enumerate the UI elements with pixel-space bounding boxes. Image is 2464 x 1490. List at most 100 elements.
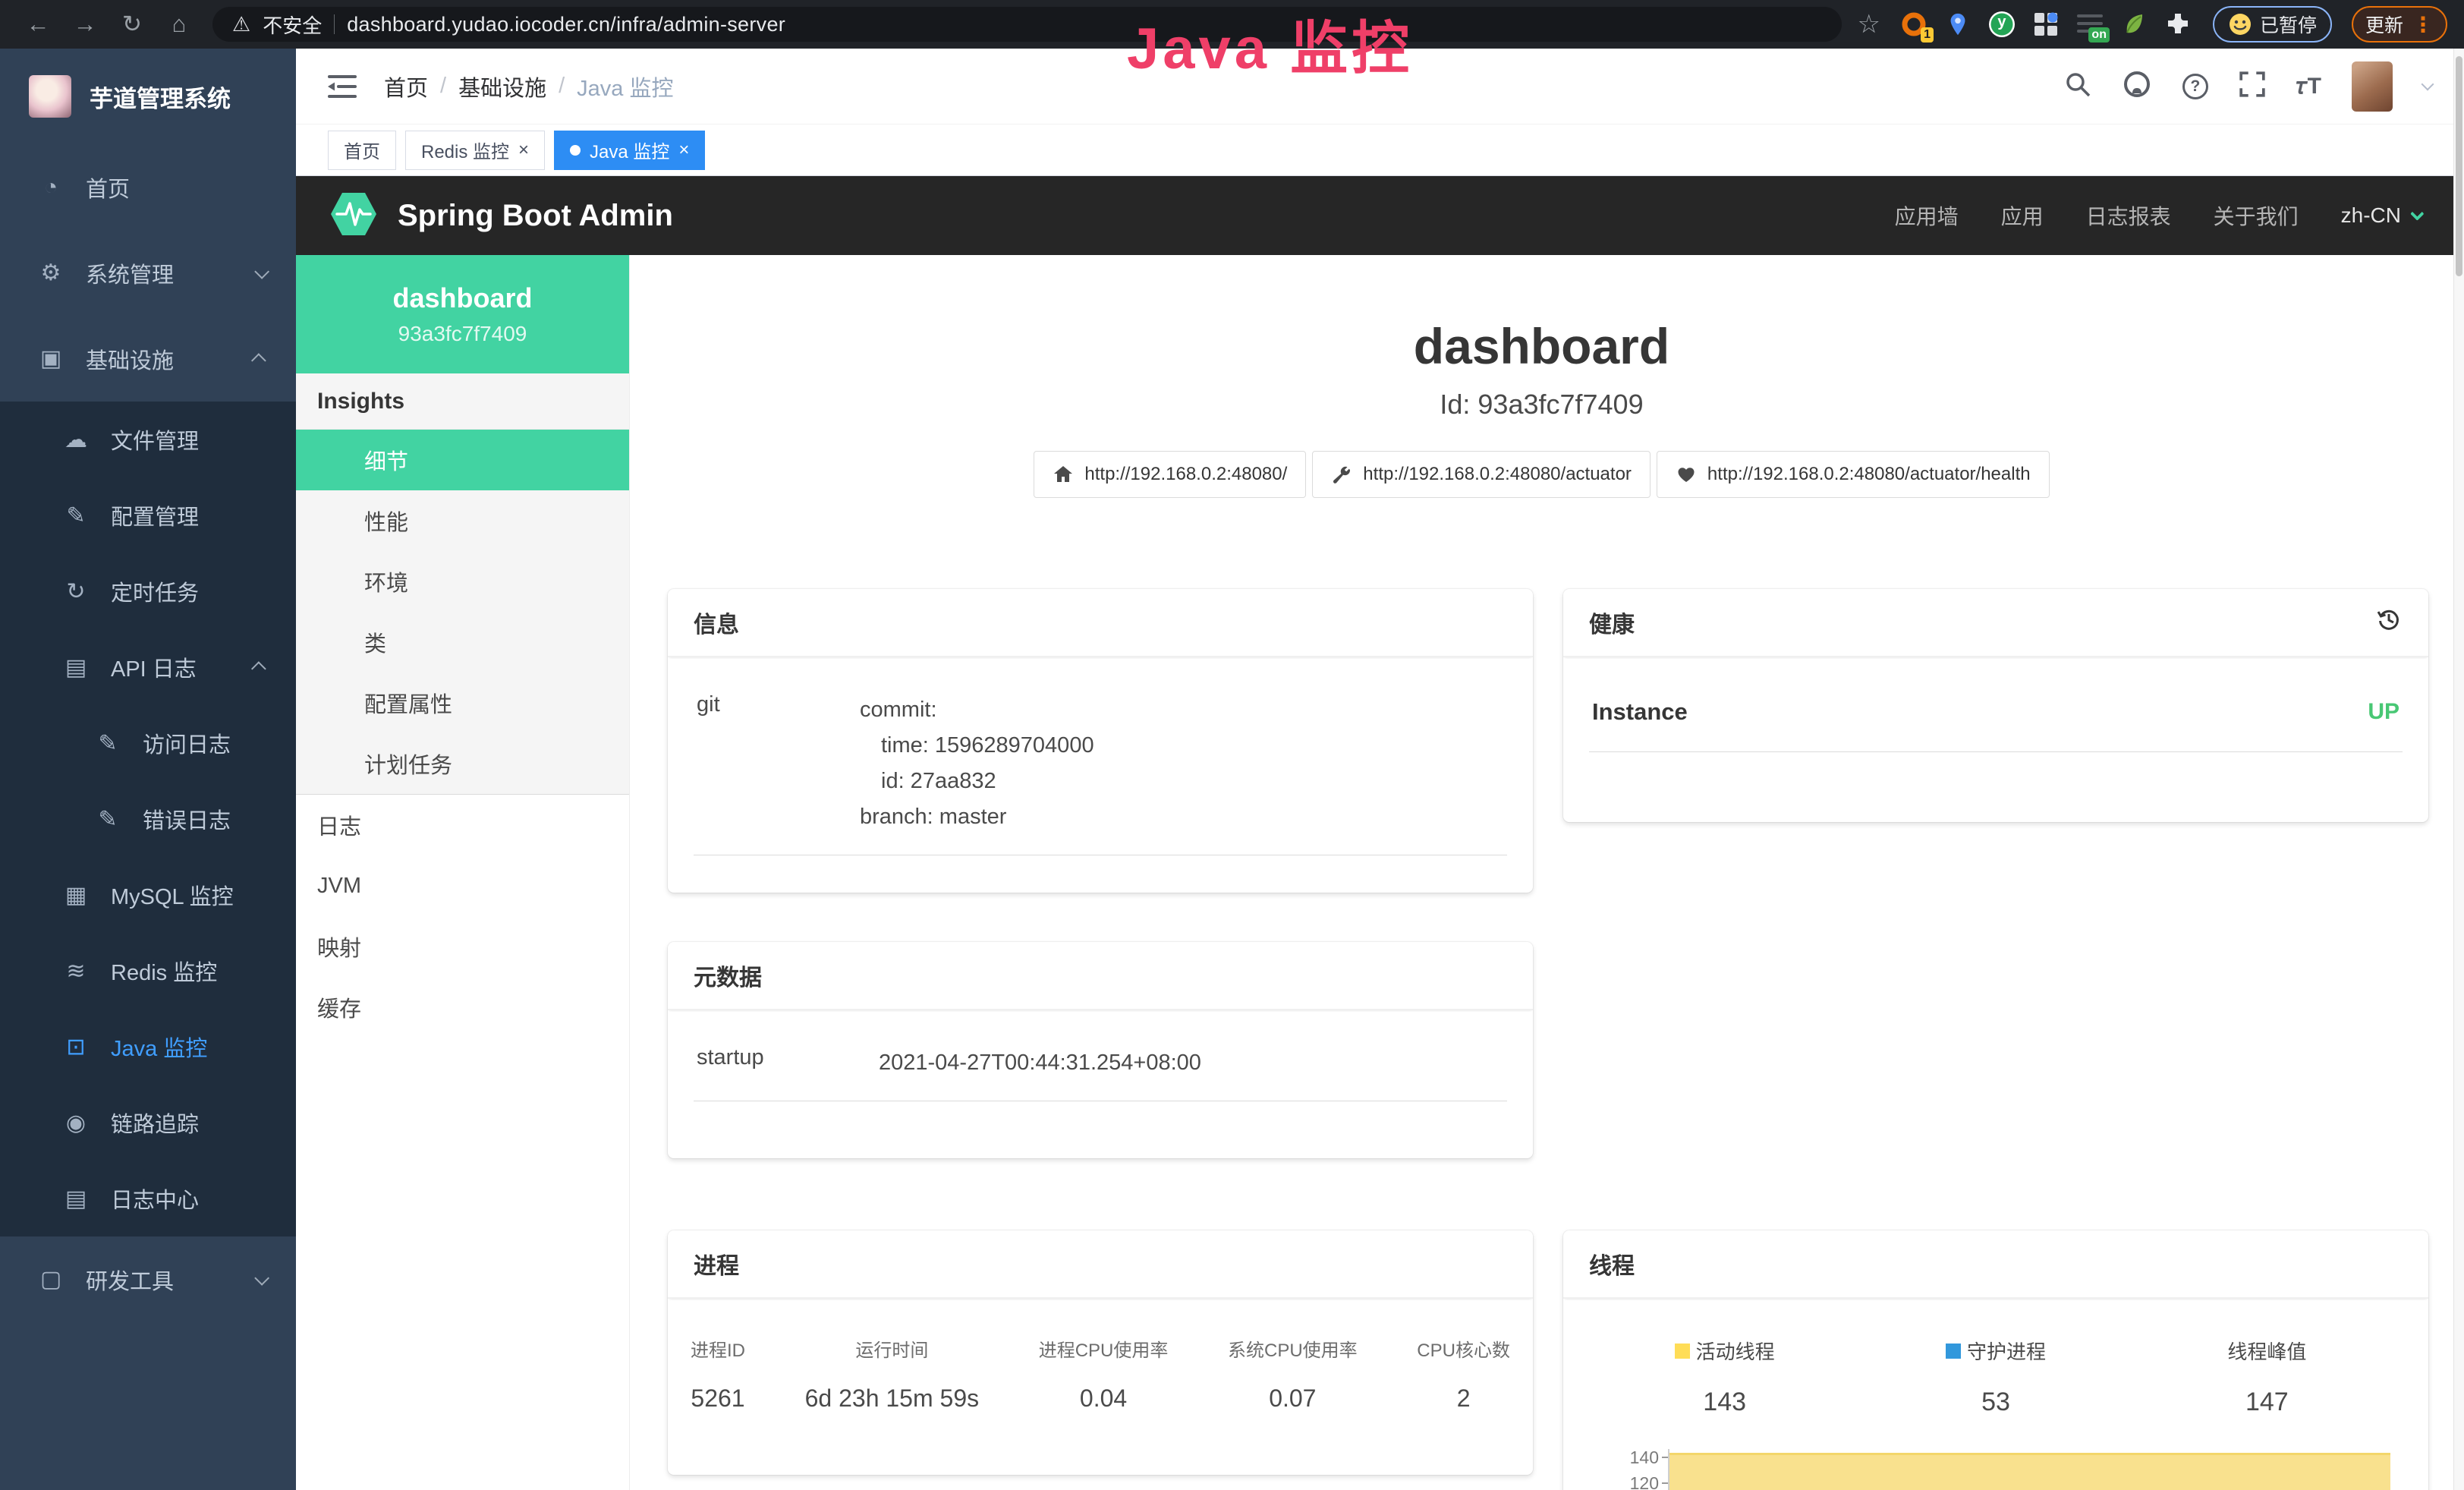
card-metadata-header: 元数据 (668, 942, 1533, 1010)
browser-update-button[interactable]: 更新 ⋮ (2352, 6, 2447, 43)
browser-forward-icon[interactable]: → (64, 6, 106, 43)
sba-nav-applications[interactable]: 应用 (2001, 200, 2044, 231)
git-time-line: time: 1596289704000 (860, 728, 1504, 764)
sidebar-item-access-logs[interactable]: ✎ 访问日志 (0, 705, 296, 781)
sba-menu-jvm[interactable]: JVM (296, 855, 629, 916)
address-bar[interactable]: ⚠ 不安全 dashboard.yudao.iocoder.cn/infra/a… (212, 7, 1842, 42)
doc-icon: ▤ (59, 1186, 93, 1212)
sba-menu-config-props[interactable]: 配置属性 (296, 673, 629, 733)
sba-nav-about[interactable]: 关于我们 (2214, 200, 2299, 231)
sidebar-item-dev-tools[interactable]: ▢ 研发工具 (0, 1236, 296, 1322)
sba-logo-icon[interactable] (329, 190, 378, 242)
sba-menu-caches[interactable]: 缓存 (296, 977, 629, 1038)
scrollbar-thumb[interactable] (2456, 56, 2462, 276)
extension-pin-icon[interactable] (1941, 8, 1975, 41)
card-title: 进程 (694, 1247, 739, 1281)
extensions-puzzle-icon[interactable] (2161, 8, 2195, 41)
admin-sidebar: 芋道管理系统 ◔ 首页 ⚙ 系统管理 ▣ 基础设施 ☁ 文件管理 ✎ 配置管理 (0, 49, 296, 1490)
sba-menu-classes[interactable]: 类 (296, 612, 629, 673)
service-url: http://192.168.0.2:48080/ (1084, 464, 1287, 485)
font-size-icon[interactable]: 𝜏T (2296, 74, 2321, 99)
tab-redis-monitor[interactable]: Redis 监控 × (405, 131, 545, 170)
browser-menu-kebab-icon[interactable]: ⋮ (2412, 12, 2434, 37)
not-secure-warning-icon: ⚠ (232, 13, 250, 36)
sidebar-item-config-management[interactable]: ✎ 配置管理 (0, 477, 296, 553)
github-icon[interactable] (2122, 69, 2152, 103)
column-header: CPU核心数 (1417, 1335, 1510, 1362)
close-icon[interactable]: × (678, 141, 689, 159)
search-icon[interactable] (2064, 71, 2091, 102)
tab-home[interactable]: 首页 (328, 131, 396, 170)
sba-nav-journal[interactable]: 日志报表 (2086, 200, 2171, 231)
tab-java-monitor[interactable]: Java 监控 × (554, 131, 705, 170)
breadcrumb-home[interactable]: 首页 (384, 71, 428, 102)
sidebar-item-label: 首页 (86, 172, 130, 203)
legend-value: 147 (2132, 1388, 2403, 1417)
health-row-instance[interactable]: Instance UP (1589, 663, 2403, 752)
browser-reload-icon[interactable]: ↻ (111, 6, 153, 43)
extension-list-on-icon[interactable]: on (2073, 8, 2107, 41)
legend-label: 线程峰值 (2227, 1337, 2306, 1365)
extension-y-circle-icon[interactable]: y (1985, 8, 2019, 41)
legend-peak-threads: 线程峰值 147 (2132, 1337, 2403, 1417)
profile-paused-chip[interactable]: 已暂停 (2213, 6, 2332, 43)
extension-orange-ring-icon[interactable]: 1 (1897, 8, 1931, 41)
column-header: 系统CPU使用率 (1228, 1335, 1358, 1362)
live-threads-area (1669, 1453, 2390, 1490)
not-secure-label: 不安全 (263, 11, 322, 39)
extension-grid-icon[interactable] (2029, 8, 2063, 41)
sidebar-item-infrastructure[interactable]: ▣ 基础设施 (0, 316, 296, 402)
briefcase-icon: ▢ (34, 1266, 68, 1293)
user-menu-caret-icon[interactable] (2422, 77, 2434, 90)
bookmark-star-icon[interactable]: ☆ (1857, 9, 1880, 39)
close-icon[interactable]: × (518, 141, 529, 159)
extension-leaf-icon[interactable] (2117, 8, 2151, 41)
sba-menu-metrics[interactable]: 性能 (296, 490, 629, 551)
page-scrollbar[interactable] (2453, 49, 2464, 1490)
fullscreen-icon[interactable] (2239, 71, 2266, 102)
sidebar-item-redis-monitor[interactable]: ≋ Redis 监控 (0, 933, 296, 1009)
instance-id-line: Id: 93a3fc7f7409 (630, 389, 2453, 421)
instance-name: dashboard (392, 282, 532, 314)
sba-menu-mappings[interactable]: 映射 (296, 916, 629, 977)
health-key: Instance (1592, 698, 1688, 726)
sba-brand-title[interactable]: Spring Boot Admin (398, 199, 673, 233)
sba-sidebar: dashboard 93a3fc7f7409 Insights 细节 性能 环境… (296, 255, 630, 1490)
sidebar-item-java-monitor[interactable]: ⊡ Java 监控 (0, 1009, 296, 1085)
actuator-url-button[interactable]: http://192.168.0.2:48080/actuator (1312, 451, 1651, 498)
sba-menu-details[interactable]: 细节 (296, 430, 629, 490)
sidebar-item-api-logs[interactable]: ▤ API 日志 (0, 629, 296, 705)
health-url-button[interactable]: http://192.168.0.2:48080/actuator/health (1657, 451, 2050, 498)
sidebar-item-label: 日志中心 (111, 1183, 199, 1214)
app-title: 芋道管理系统 (90, 80, 231, 114)
browser-home-icon[interactable]: ⌂ (158, 6, 200, 43)
tags-view: 首页 Redis 监控 × Java 监控 × (296, 124, 2464, 176)
sidebar-item-error-logs[interactable]: ✎ 错误日志 (0, 781, 296, 857)
history-icon[interactable] (2375, 606, 2403, 639)
sidebar-item-tracing[interactable]: ◉ 链路追踪 (0, 1085, 296, 1161)
sba-menu-environment[interactable]: 环境 (296, 551, 629, 612)
sidebar-collapse-icon[interactable] (328, 74, 357, 99)
sidebar-item-home[interactable]: ◔ 首页 (0, 144, 296, 230)
help-icon[interactable]: ? (2182, 74, 2208, 99)
instance-links: http://192.168.0.2:48080/ http://192.168… (630, 451, 2453, 498)
sba-locale-select[interactable]: zh-CN (2341, 203, 2420, 228)
app-logo-row[interactable]: 芋道管理系统 (0, 49, 296, 144)
sidebar-item-scheduled-tasks[interactable]: ↻ 定时任务 (0, 553, 296, 629)
sba-menu-scheduled[interactable]: 计划任务 (296, 733, 629, 794)
sba-menu-logs[interactable]: 日志 (296, 795, 629, 855)
sidebar-item-log-center[interactable]: ▤ 日志中心 (0, 1161, 296, 1236)
sba-instance-header[interactable]: dashboard 93a3fc7f7409 (296, 255, 629, 373)
gear-icon: ⚙ (34, 260, 68, 286)
url-text[interactable]: dashboard.yudao.iocoder.cn/infra/admin-s… (347, 13, 785, 36)
browser-back-icon[interactable]: ← (17, 6, 59, 43)
process-col-uptime: 运行时间 6d 23h 15m 59s (805, 1335, 980, 1413)
sidebar-item-file-management[interactable]: ☁ 文件管理 (0, 402, 296, 477)
breadcrumb-infrastructure[interactable]: 基础设施 (458, 71, 546, 102)
sidebar-item-mysql-monitor[interactable]: ▦ MySQL 监控 (0, 857, 296, 933)
page: ← → ↻ ⌂ ⚠ 不安全 dashboard.yudao.iocoder.cn… (0, 0, 2464, 1490)
sba-nav-wallboard[interactable]: 应用墙 (1895, 200, 1959, 231)
user-avatar[interactable] (2352, 61, 2393, 112)
service-url-button[interactable]: http://192.168.0.2:48080/ (1034, 451, 1306, 498)
sidebar-item-system-management[interactable]: ⚙ 系统管理 (0, 230, 296, 316)
